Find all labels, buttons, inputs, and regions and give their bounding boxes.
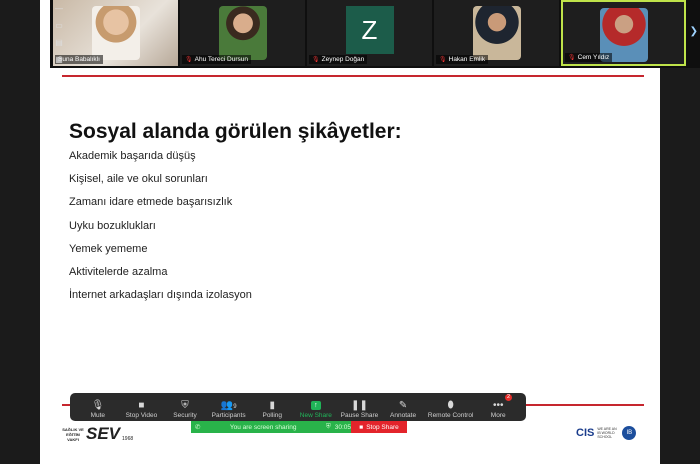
- right-margin: [660, 0, 700, 464]
- stop-square-icon: ■: [359, 423, 364, 431]
- more-dots-icon: •••: [492, 400, 504, 411]
- muted-mic-icon: 🎙: [185, 57, 193, 63]
- participant-avatar: Z: [345, 6, 394, 54]
- ib-logo: IB: [622, 426, 637, 440]
- list-item: İnternet arkadaşları dışında izolasyon: [69, 289, 252, 302]
- strip-view-controls: — ▭ ▤ ▦: [52, 0, 66, 68]
- list-item: Kişisel, aile ve okul sorunları: [69, 173, 208, 186]
- pause-icon: ❚❚: [351, 400, 368, 411]
- security-button[interactable]: ⛨ Security: [163, 393, 207, 421]
- sharing-status: ✆ You are screen sharing ⛨ 30:05: [191, 421, 351, 433]
- more-button[interactable]: ••• 2 More: [476, 393, 520, 421]
- participant-video: [91, 6, 140, 60]
- video-camera-icon: ■: [138, 400, 145, 411]
- participant-name: 🎙 Cem Yıldız: [565, 53, 613, 62]
- participant-video: [472, 6, 521, 60]
- remote-control-button[interactable]: ⬮ Remote Control: [425, 393, 477, 421]
- muted-mic-icon: 🎙: [568, 55, 576, 61]
- slide-bullet-list: Akademik başarıda düşüş Kişisel, aile ve…: [69, 150, 252, 312]
- participant-tile-active[interactable]: 🎙 Cem Yıldız: [561, 0, 686, 66]
- strip-view-icon[interactable]: ▤: [55, 38, 63, 47]
- participant-name: 🎙 Zeynep Doğan: [309, 55, 368, 64]
- phone-icon: ✆: [195, 424, 201, 431]
- shield-icon: ⛨: [181, 400, 189, 411]
- list-item: Zamanı idare etmede başarısızlık: [69, 196, 233, 209]
- participants-button[interactable]: 👥9 Participants: [207, 393, 251, 421]
- microphone-icon: 🎙: [91, 400, 105, 411]
- screen-sharing-bar: ✆ You are screen sharing ⛨ 30:05 ■ Stop …: [191, 421, 407, 433]
- left-margin: [0, 0, 40, 464]
- participant-name: 🎙 Ahu Tereci Dursun: [182, 55, 251, 64]
- share-arrow-icon: ↑: [311, 401, 321, 410]
- participant-tile[interactable]: 🎙 Ahu Tereci Dursun: [180, 0, 305, 66]
- polling-button[interactable]: ▮ Polling: [250, 393, 294, 421]
- single-view-icon[interactable]: ▭: [55, 21, 63, 30]
- grid-view-icon[interactable]: ▦: [55, 55, 63, 64]
- shield-check-icon: ⛨: [325, 423, 331, 430]
- share-timer: 30:05: [334, 423, 351, 431]
- sev-logo: SAĞLIK VE EĞİTİM VAKFI SEV 1968: [62, 424, 134, 443]
- mute-button[interactable]: 🎙 Mute: [76, 393, 120, 421]
- annotate-button[interactable]: ✎ Annotate: [381, 393, 425, 421]
- list-item: Aktivitelerde azalma: [69, 265, 168, 278]
- list-item: Uyku bozuklukları: [69, 219, 156, 232]
- list-item: Yemek yememe: [69, 242, 148, 255]
- bar-chart-icon: ▮: [269, 400, 275, 411]
- participant-video-strip: Suna Babalıklı 🎙 Ahu Tereci Dursun Z 🎙 Zey…: [50, 0, 700, 68]
- participant-name: 🎙 Hakan Emlik: [436, 55, 489, 64]
- cis-logo: CIS WE ARE AN IB WORLD SCHOOL IB: [576, 426, 637, 440]
- participant-tile[interactable]: 🎙 Hakan Emlik: [434, 0, 559, 66]
- slide-top-divider: [62, 75, 644, 77]
- mouse-icon: ⬮: [447, 400, 454, 411]
- participants-icon: 👥9: [220, 400, 237, 411]
- participant-tile[interactable]: Z 🎙 Zeynep Doğan: [307, 0, 432, 66]
- pause-share-button[interactable]: ❚❚ Pause Share: [338, 393, 382, 421]
- notification-badge: 2: [504, 394, 513, 401]
- next-page-chevron-icon[interactable]: ❯: [690, 26, 698, 37]
- participant-video: [218, 6, 267, 60]
- list-item: Akademik başarıda düşüş: [69, 150, 196, 162]
- participant-tile[interactable]: Suna Babalıklı: [53, 0, 178, 66]
- pencil-icon: ✎: [398, 400, 408, 411]
- slide-title: Sosyal alanda görülen şikâyetler:: [69, 120, 402, 143]
- muted-mic-icon: 🎙: [439, 57, 447, 63]
- stop-video-button[interactable]: ■ Stop Video: [120, 393, 164, 421]
- new-share-button[interactable]: ↑ New Share: [294, 393, 338, 421]
- meeting-toolbar: 🎙 Mute ■ Stop Video ⛨ Security 👥9 Partic…: [70, 393, 526, 421]
- muted-mic-icon: 🎙: [312, 57, 320, 63]
- stop-share-button[interactable]: ■ Stop Share: [351, 421, 407, 433]
- minimize-icon[interactable]: —: [55, 4, 63, 13]
